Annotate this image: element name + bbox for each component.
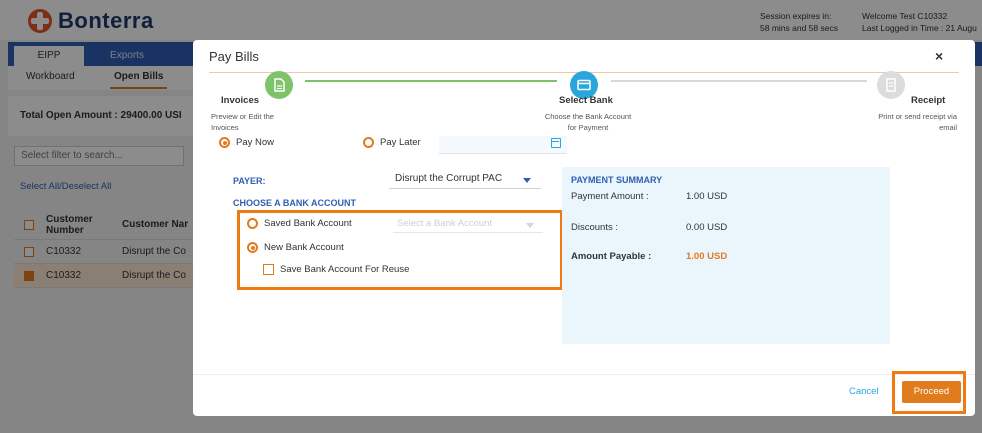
footer-divider <box>193 374 975 375</box>
new-bank-radio[interactable] <box>247 242 258 253</box>
stepper-line-complete <box>305 80 557 82</box>
proceed-button[interactable]: Proceed <box>902 381 961 403</box>
discounts-value: 0.00 USD <box>686 222 728 233</box>
save-reuse-label: Save Bank Account For Reuse <box>280 264 410 275</box>
payer-label: PAYER: <box>233 176 266 186</box>
cancel-button[interactable]: Cancel <box>849 386 879 397</box>
bank-account-select[interactable]: Select a Bank Account <box>393 215 543 233</box>
saved-bank-label: Saved Bank Account <box>264 218 352 229</box>
pay-now-radio[interactable] <box>219 137 230 148</box>
pay-later-option[interactable]: Pay Later <box>363 137 421 148</box>
step-desc-invoices: Preview or Edit the Invoices <box>211 112 274 132</box>
step-label-select-bank: Select Bank <box>559 95 613 106</box>
save-reuse-checkbox[interactable] <box>263 264 274 275</box>
chevron-down-icon[interactable] <box>523 178 531 183</box>
saved-bank-radio[interactable] <box>247 218 258 229</box>
pay-now-label: Pay Now <box>236 137 275 148</box>
step-label-receipt: Receipt <box>911 95 946 106</box>
pay-now-option[interactable]: Pay Now <box>219 137 274 148</box>
summary-title: PAYMENT SUMMARY <box>571 175 663 185</box>
pay-bills-modal: Pay Bills × Invoices Select Bank Receipt… <box>193 40 975 416</box>
payment-summary-panel: PAYMENT SUMMARY Payment Amount : 1.00 US… <box>562 167 890 344</box>
amount-payable-label: Amount Payable : <box>571 251 652 262</box>
step-desc-receipt: Print or send receipt via email <box>878 112 957 132</box>
step-invoices[interactable] <box>265 71 293 99</box>
pay-later-date-input[interactable] <box>439 136 567 154</box>
document-icon <box>274 78 285 92</box>
step-desc-select-bank: Choose the Bank Account for Payment <box>544 112 632 132</box>
choose-bank-label: CHOOSE A BANK ACCOUNT <box>233 198 356 208</box>
new-bank-label: New Bank Account <box>264 242 344 253</box>
amount-payable-value: 1.00 USD <box>686 251 728 262</box>
payer-select[interactable]: Disrupt the Corrupt PAC <box>389 171 541 189</box>
discounts-label: Discounts : <box>571 222 618 233</box>
pay-later-radio[interactable] <box>363 137 374 148</box>
payment-amount-value: 1.00 USD <box>686 191 728 202</box>
payment-amount-label: Payment Amount : <box>571 191 649 202</box>
stepper-line-pending <box>611 80 867 82</box>
saved-bank-option[interactable]: Saved Bank Account <box>247 218 352 229</box>
receipt-icon <box>886 78 896 92</box>
save-reuse-option[interactable]: Save Bank Account For Reuse <box>263 264 409 275</box>
modal-title: Pay Bills <box>209 49 259 64</box>
step-label-invoices: Invoices <box>221 95 260 106</box>
chevron-down-icon[interactable] <box>526 223 534 228</box>
new-bank-option[interactable]: New Bank Account <box>247 242 344 253</box>
calendar-icon[interactable] <box>551 138 561 148</box>
close-icon[interactable]: × <box>935 48 943 64</box>
step-receipt[interactable] <box>877 71 905 99</box>
pay-later-label: Pay Later <box>380 137 421 148</box>
